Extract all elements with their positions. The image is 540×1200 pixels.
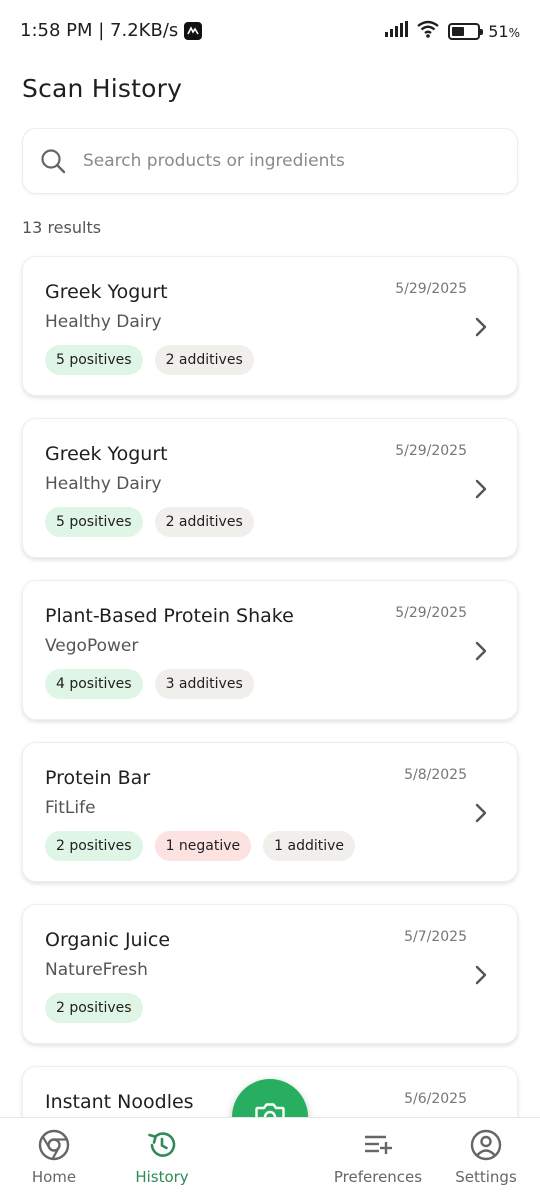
positives-badge: 2 positives <box>45 831 143 861</box>
scan-date: 5/29/2025 <box>395 443 467 459</box>
scan-card[interactable]: Greek Yogurt 5/29/2025 Healthy Dairy 5 posi… <box>22 256 518 396</box>
search-icon <box>39 147 67 175</box>
negatives-badge: 1 negative <box>154 831 252 861</box>
product-brand: FitLife <box>45 798 96 818</box>
settings-icon <box>469 1128 503 1162</box>
scan-card[interactable]: Protein Bar 5/8/2025 FitLife 2 positives 1 n… <box>22 742 518 882</box>
scan-date: 5/8/2025 <box>404 767 467 783</box>
badge-row: 4 positives 3 additives <box>45 669 254 699</box>
additives-badge: 1 additive <box>263 831 356 861</box>
battery-icon <box>448 22 484 40</box>
product-name: Plant-Based Protein Shake <box>45 605 294 627</box>
product-name: Organic Juice <box>45 929 171 951</box>
positives-badge: 4 positives <box>45 669 143 699</box>
product-brand: Healthy Dairy <box>45 312 162 332</box>
nav-history[interactable]: History <box>112 1128 212 1186</box>
bottom-nav: Home History Preferences Settings <box>0 1117 540 1200</box>
positives-badge: 2 positives <box>45 993 143 1023</box>
additives-badge: 2 additives <box>154 345 254 375</box>
wifi-icon <box>416 20 440 42</box>
badge-row: 5 positives 2 additives <box>45 507 254 537</box>
battery-percent: 51% <box>488 21 520 41</box>
status-left: 1:58 PM | 7.2KB/s <box>20 20 203 41</box>
product-name: Greek Yogurt <box>45 443 168 465</box>
additives-badge: 3 additives <box>154 669 254 699</box>
product-brand: VegoPower <box>45 636 139 656</box>
nav-home[interactable]: Home <box>4 1128 104 1186</box>
notification-app-icon <box>184 21 203 40</box>
scan-date: 5/29/2025 <box>395 605 467 621</box>
nav-preferences-label: Preferences <box>333 1168 423 1186</box>
badge-row: 2 positives 1 negative 1 additive <box>45 831 356 861</box>
product-name: Instant Noodles <box>45 1091 194 1113</box>
nav-history-label: History <box>135 1168 189 1186</box>
preferences-icon <box>361 1128 395 1162</box>
chevron-right-icon <box>475 803 487 823</box>
scan-card[interactable]: Organic Juice 5/7/2025 NatureFresh 2 positi… <box>22 904 518 1044</box>
badge-row: 2 positives <box>45 993 143 1023</box>
product-brand: NatureFresh <box>45 960 148 980</box>
nav-settings-label: Settings <box>455 1168 517 1186</box>
scan-history-list: Greek Yogurt 5/29/2025 Healthy Dairy 5 posi… <box>22 256 518 1200</box>
search-input[interactable] <box>83 151 483 171</box>
scan-date: 5/6/2025 <box>404 1091 467 1107</box>
scan-card[interactable]: Plant-Based Protein Shake 5/29/2025 VegoPo… <box>22 580 518 720</box>
scan-card[interactable]: Greek Yogurt 5/29/2025 Healthy Dairy 5 posi… <box>22 418 518 558</box>
additives-badge: 2 additives <box>154 507 254 537</box>
battery-fill <box>452 26 465 36</box>
signal-icon <box>384 21 409 41</box>
status-time-network: 1:58 PM | 7.2KB/s <box>20 20 179 41</box>
history-icon <box>145 1128 179 1162</box>
positives-badge: 5 positives <box>45 345 143 375</box>
chevron-right-icon <box>475 479 487 499</box>
product-name: Protein Bar <box>45 767 151 789</box>
scan-date: 5/7/2025 <box>404 929 467 945</box>
results-count: 13 results <box>22 218 102 237</box>
positives-badge: 5 positives <box>45 507 143 537</box>
chevron-right-icon <box>475 317 487 337</box>
badge-row: 5 positives 2 additives <box>45 345 254 375</box>
status-bar: 1:58 PM | 7.2KB/s 51% <box>0 0 540 64</box>
chevron-right-icon <box>475 965 487 985</box>
nav-settings[interactable]: Settings <box>436 1128 536 1186</box>
page-title: Scan History <box>22 74 183 103</box>
nav-preferences[interactable]: Preferences <box>328 1128 428 1186</box>
home-icon <box>37 1128 71 1162</box>
nav-home-label: Home <box>31 1168 77 1186</box>
status-right: 51% <box>384 20 520 42</box>
product-name: Greek Yogurt <box>45 281 168 303</box>
chevron-right-icon <box>475 641 487 661</box>
product-brand: Healthy Dairy <box>45 474 162 494</box>
search-box[interactable] <box>22 128 518 194</box>
scan-date: 5/29/2025 <box>395 281 467 297</box>
